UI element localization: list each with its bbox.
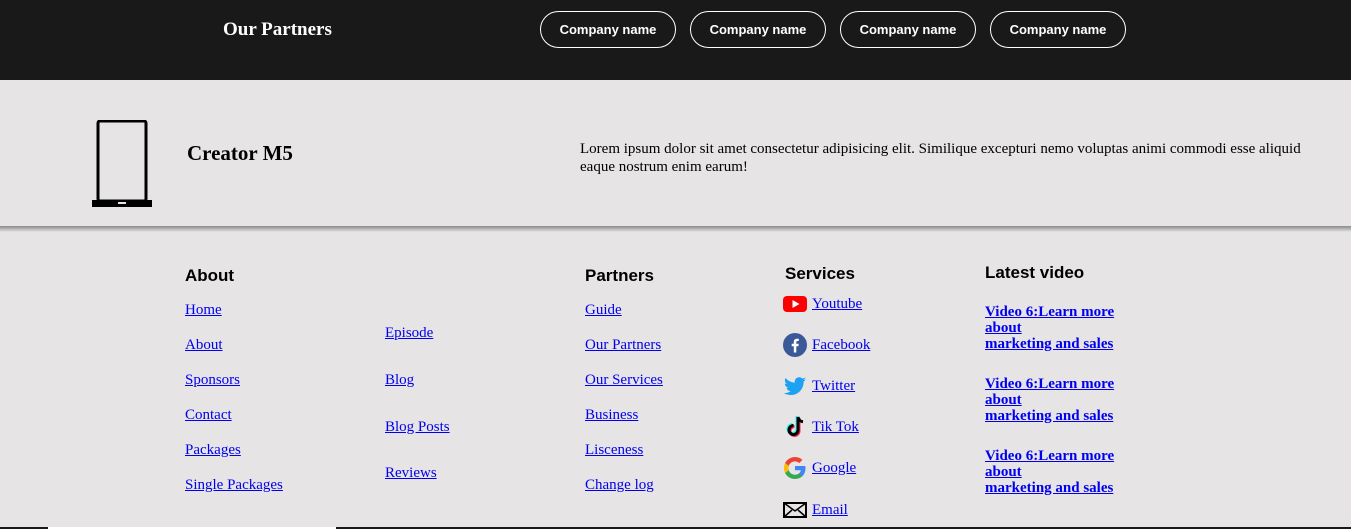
product-section: Creator M5 Lorem ipsum dolor sit amet co… — [0, 80, 1351, 228]
tablet-device-icon — [92, 119, 154, 215]
social-link-email[interactable]: Email — [783, 498, 848, 522]
latest-video-link-2[interactable]: Video 6:Learn more about marketing and s… — [985, 376, 1145, 424]
email-icon — [783, 498, 807, 522]
about-heading: About — [185, 266, 235, 285]
footer-link-lisceness[interactable]: Lisceness — [585, 442, 643, 459]
footer-link-blog-posts[interactable]: Blog Posts — [385, 419, 450, 436]
footer-link-our-partners[interactable]: Our Partners — [585, 337, 661, 354]
partners-title: Our Partners — [223, 19, 332, 40]
latest-video-link-1[interactable]: Video 6:Learn more about marketing and s… — [985, 304, 1145, 352]
footer-link-home[interactable]: Home — [185, 302, 222, 319]
product-name: Creator M5 — [187, 141, 293, 165]
social-link-twitter[interactable]: Twitter — [783, 374, 855, 398]
company-button-3[interactable]: Company name — [840, 11, 976, 48]
company-button-1[interactable]: Company name — [540, 11, 676, 48]
social-link-google[interactable]: Google — [783, 456, 856, 480]
footer-link-business[interactable]: Business — [585, 407, 638, 424]
company-button-2[interactable]: Company name — [690, 11, 826, 48]
google-icon — [783, 456, 807, 480]
footer-link-blog[interactable]: Blog — [385, 372, 414, 389]
footer-link-our-services[interactable]: Our Services — [585, 372, 663, 389]
footer-link-contact[interactable]: Contact — [185, 407, 232, 424]
facebook-icon — [783, 333, 807, 357]
footer-link-single-packages[interactable]: Single Packages — [185, 477, 283, 494]
partners-bar: Our Partners Company name Company name C… — [0, 0, 1351, 80]
latest-video-link-3[interactable]: Video 6:Learn more about marketing and s… — [985, 448, 1145, 496]
footer-link-guide[interactable]: Guide — [585, 302, 622, 319]
partners-heading: Partners — [585, 266, 654, 285]
footer-link-sponsors[interactable]: Sponsors — [185, 372, 240, 389]
social-link-tiktok[interactable]: Tik Tok — [783, 415, 859, 439]
footer-link-about[interactable]: About — [185, 337, 223, 354]
social-link-youtube[interactable]: Youtube — [783, 292, 862, 316]
youtube-icon — [783, 292, 807, 316]
footer: About Home About Sponsors Contact Packag… — [0, 232, 1351, 529]
services-heading: Services — [785, 264, 855, 283]
tiktok-icon — [783, 415, 807, 439]
footer-link-change-log[interactable]: Change log — [585, 477, 654, 494]
twitter-icon — [783, 374, 807, 398]
social-link-facebook[interactable]: Facebook — [783, 333, 870, 357]
latest-video-heading: Latest video — [985, 263, 1085, 282]
company-button-4[interactable]: Company name — [990, 11, 1126, 48]
footer-link-episode[interactable]: Episode — [385, 325, 433, 342]
footer-link-reviews[interactable]: Reviews — [385, 465, 437, 482]
footer-link-packages[interactable]: Packages — [185, 442, 241, 459]
product-description: Lorem ipsum dolor sit amet consectetur a… — [580, 141, 1301, 175]
